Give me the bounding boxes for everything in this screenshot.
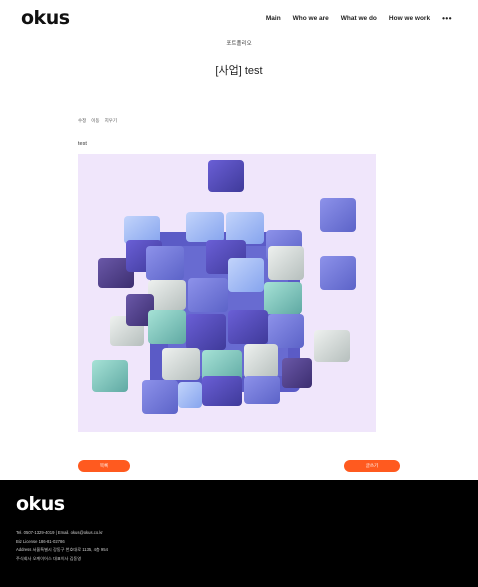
breadcrumb[interactable]: 포트폴리오 xyxy=(0,39,478,47)
more-menu-icon[interactable]: ••• xyxy=(442,14,452,23)
move-link[interactable]: 이동 xyxy=(91,118,99,124)
site-logo[interactable]: okus xyxy=(21,7,70,29)
footer-company-line: 주식회사 오케이어스 대표이사 김동영 xyxy=(16,556,82,562)
post-body-text: test xyxy=(78,141,87,147)
site-header: okus Main Who we are What we do How we w… xyxy=(0,0,478,36)
footer-contact-line: Tel. 0507-1329-4019 | Email. okus@okus.c… xyxy=(16,530,103,535)
list-button[interactable]: 목록 xyxy=(78,460,130,472)
nav-item-who-we-are[interactable]: Who we are xyxy=(293,15,329,22)
write-button[interactable]: 글쓰기 xyxy=(344,460,400,472)
footer-biz-license-line: Biz License 186-81-02786 xyxy=(16,538,65,544)
footer-address-line: Address 서울특별시 강동구 천호대로 1135, 4층 954 xyxy=(16,547,108,553)
nav-item-main[interactable]: Main xyxy=(266,15,281,22)
footer-logo: okus xyxy=(16,493,65,515)
edit-link[interactable]: 수정 xyxy=(78,118,86,124)
main-nav: Main Who we are What we do How we work •… xyxy=(266,14,452,23)
delete-link[interactable]: 지우기 xyxy=(105,118,117,124)
post-image xyxy=(78,154,376,432)
nav-item-what-we-do[interactable]: What we do xyxy=(341,15,377,22)
nav-item-how-we-work[interactable]: How we work xyxy=(389,15,430,22)
footer-company-info: Tel. 0507-1329-4019 | Email. okus@okus.c… xyxy=(16,529,108,564)
post-actions: 수정 이동 지우기 xyxy=(78,118,117,124)
cube-cluster-illustration xyxy=(92,160,356,414)
page-title: [사업] test xyxy=(215,65,263,77)
site-footer: okus Tel. 0507-1329-4019 | Email. okus@o… xyxy=(0,480,478,587)
